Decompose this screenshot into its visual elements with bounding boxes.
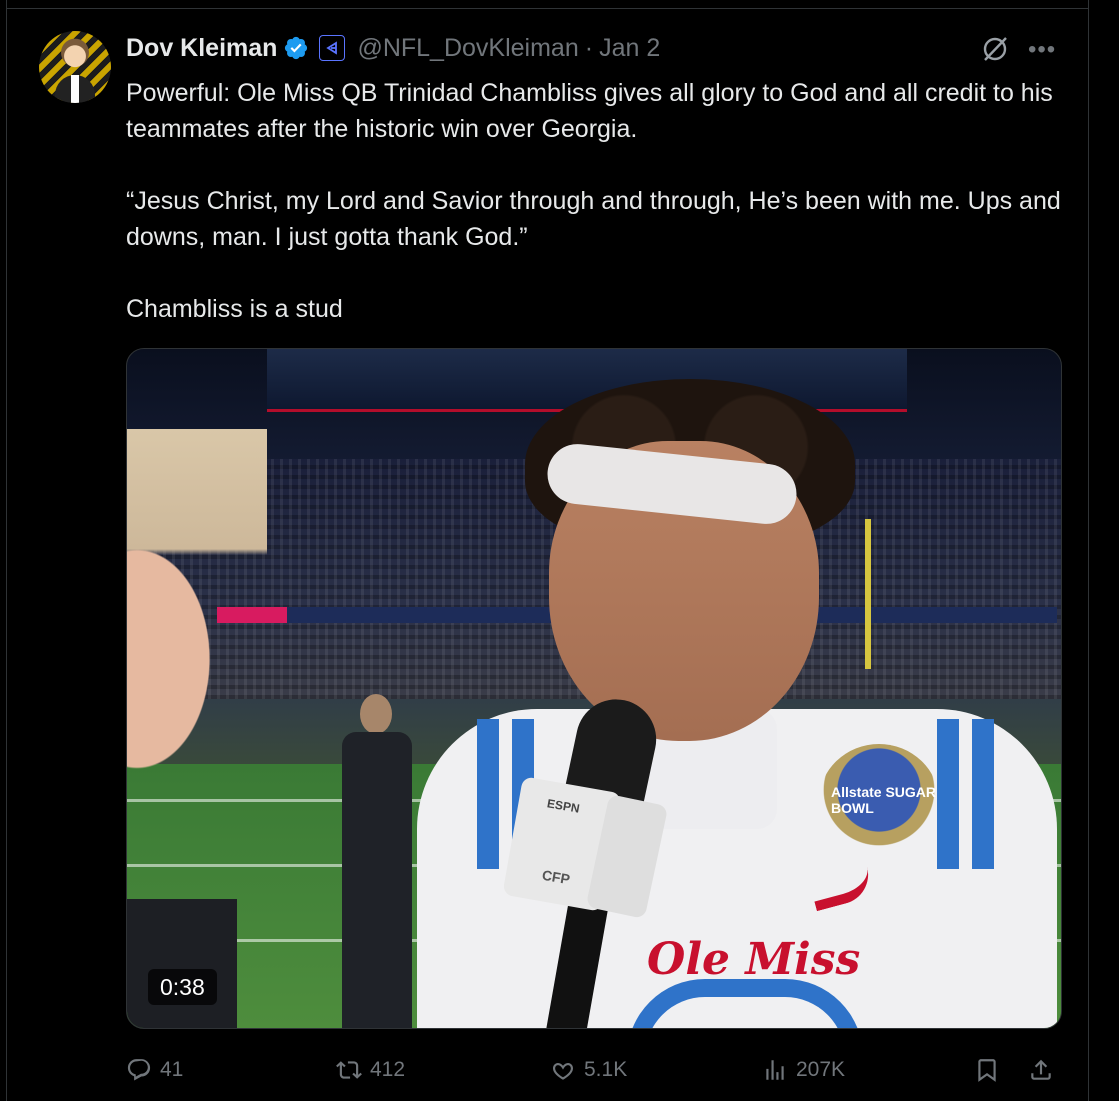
reporter — [127, 429, 267, 1028]
header-separator: · — [584, 33, 594, 62]
column-border-left — [6, 0, 7, 1101]
more-icon[interactable]: ••• — [1028, 36, 1056, 64]
jersey-text: Ole Miss — [647, 934, 861, 985]
avatar[interactable] — [39, 31, 111, 103]
reply-button[interactable]: 41 — [126, 1050, 183, 1090]
tweet-date[interactable]: Jan 2 — [599, 34, 660, 63]
affiliate-badge-icon[interactable] — [319, 35, 346, 61]
like-icon — [552, 1062, 574, 1080]
sugar-bowl-patch: Allstate SUGAR BOWL — [819, 744, 939, 859]
share-button[interactable] — [1028, 1050, 1054, 1090]
like-count: 5.1K — [584, 1058, 628, 1081]
tweet-paragraph: “Jesus Christ, my Lord and Savior throug… — [126, 187, 1061, 251]
views-button[interactable]: 207K — [762, 1050, 845, 1090]
background-person — [342, 694, 412, 1028]
repost-button[interactable]: 412 — [336, 1050, 405, 1090]
verified-badge-icon[interactable] — [283, 35, 309, 61]
author-handle[interactable]: @NFL_DovKleiman — [357, 34, 578, 63]
bookmark-button[interactable] — [974, 1050, 1000, 1090]
video-duration: 0:38 — [148, 969, 217, 1005]
jersey-stripe — [477, 719, 499, 869]
microphone: ESPN CFP — [502, 691, 669, 1028]
divider — [6, 8, 1089, 9]
like-button[interactable]: 5.1K — [550, 1050, 627, 1090]
grok-icon[interactable] — [980, 34, 1010, 64]
tweet-header: Dov Kleiman @NFL_DovKleiman · Jan 2 — [126, 31, 660, 65]
tweet-paragraph: Powerful: Ole Miss QB Trinidad Chambliss… — [126, 79, 1053, 143]
bookmark-icon — [978, 1059, 996, 1082]
avatar-shirt — [71, 75, 79, 103]
repost-count: 412 — [370, 1058, 406, 1081]
repost-icon — [336, 1061, 362, 1079]
author-name[interactable]: Dov Kleiman — [126, 34, 277, 63]
share-icon — [1031, 1059, 1051, 1080]
tweet-paragraph: Chambliss is a stud — [126, 295, 343, 323]
video-player[interactable]: Allstate SUGAR BOWL Ole Miss ESPN CFP — [126, 348, 1062, 1029]
patch-text: Allstate SUGAR BOWL — [831, 784, 937, 816]
jersey-stripe — [972, 719, 994, 869]
reply-count: 41 — [160, 1058, 184, 1081]
jersey-stripe — [937, 719, 959, 869]
views-icon — [766, 1060, 784, 1080]
reply-icon — [127, 1059, 151, 1081]
tweet-text: Powerful: Ole Miss QB Trinidad Chambliss… — [126, 75, 1066, 327]
column-border-right — [1088, 0, 1089, 1101]
view-count: 207K — [796, 1058, 846, 1081]
action-bar: 41 412 5.1K 207K — [126, 1050, 1060, 1090]
